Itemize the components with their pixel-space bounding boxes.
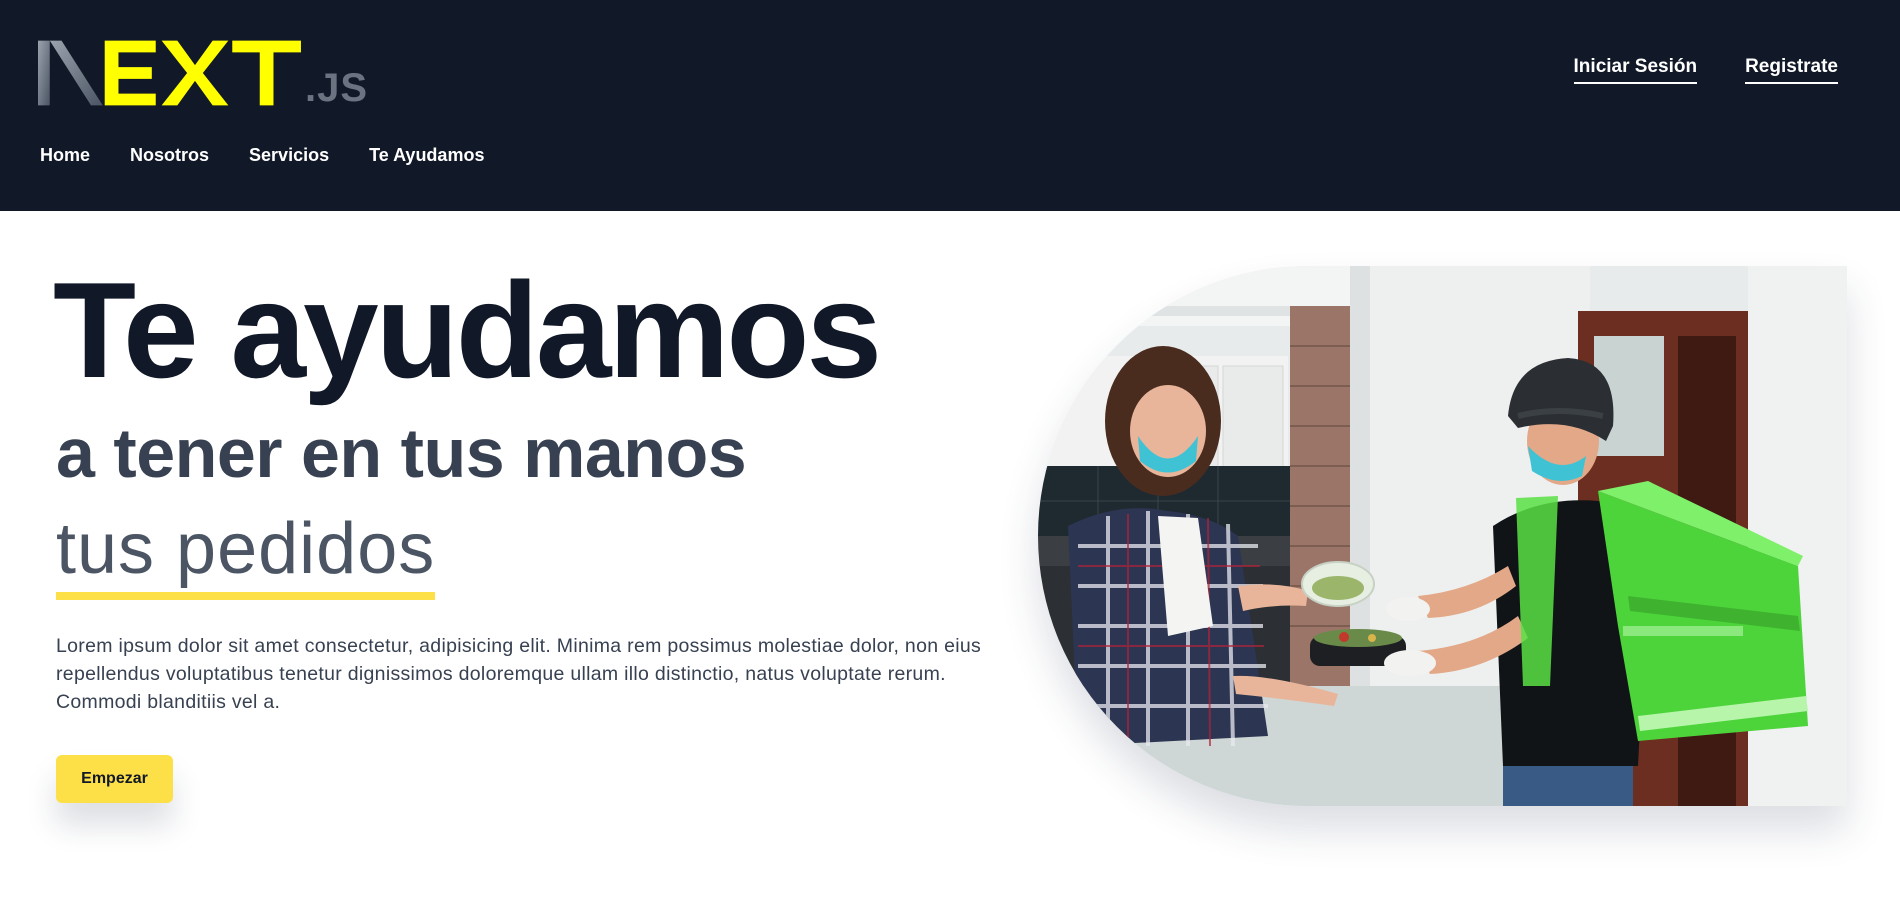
nav-servicios[interactable]: Servicios (249, 145, 329, 166)
nextjs-logo-mark (38, 40, 301, 106)
logo-suffix: .JS (304, 66, 368, 110)
nav-te-ayudamos[interactable]: Te Ayudamos (369, 145, 484, 166)
login-link[interactable]: Iniciar Sesión (1573, 56, 1698, 84)
logo[interactable]: .JS (38, 36, 368, 108)
hero-description: Lorem ipsum dolor sit amet consectetur, … (56, 635, 982, 713)
start-button[interactable]: Empezar (56, 755, 173, 803)
site-header: .JS Iniciar Sesión Registrate Home Nosot… (0, 0, 1900, 211)
auth-links: Iniciar Sesión Registrate (1573, 56, 1838, 84)
nav-home[interactable]: Home (40, 145, 90, 166)
hero-subtitle-highlight: tus pedidos (56, 511, 436, 600)
main-nav: Home Nosotros Servicios Te Ayudamos (40, 145, 484, 166)
register-link[interactable]: Registrate (1745, 56, 1838, 84)
hero-image (1038, 266, 1847, 806)
nav-nosotros[interactable]: Nosotros (130, 145, 209, 166)
hero-subtitle: a tener en tus manos (56, 414, 747, 492)
delivery-scene-illustration (1038, 266, 1847, 806)
hero-title: Te ayudamos (53, 254, 882, 406)
